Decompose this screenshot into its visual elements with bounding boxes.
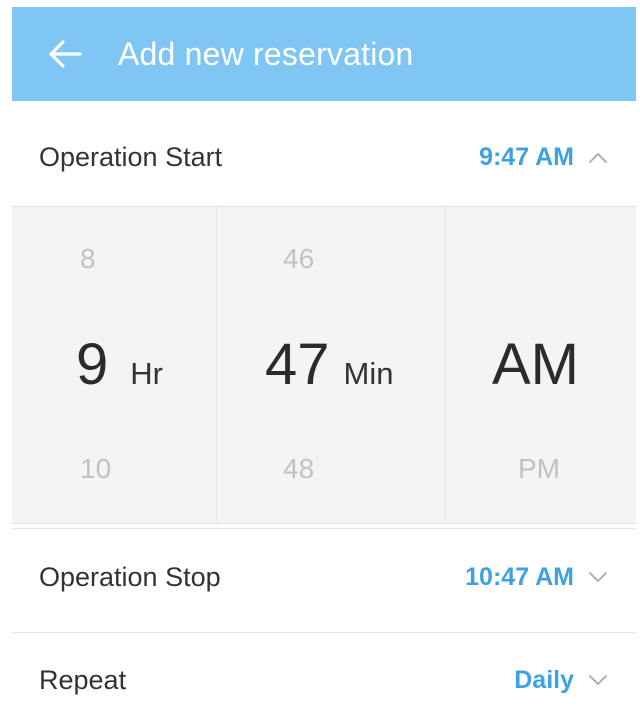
am-pm-wheel[interactable]: AM PM [446, 207, 636, 523]
back-button[interactable] [38, 27, 92, 81]
minute-next[interactable]: 48 [283, 453, 314, 485]
chevron-down-icon[interactable] [588, 673, 608, 687]
operation-stop-value: 10:47 AM [465, 562, 574, 591]
status-strip [0, 0, 640, 7]
arrow-left-icon [49, 40, 82, 68]
add-reservation-screen: Add new reservation Operation Start 9:47… [0, 0, 640, 726]
operation-start-label: Operation Start [39, 141, 223, 172]
repeat-row[interactable]: Repeat Daily [12, 632, 636, 726]
hour-current-group: 9 Hr [76, 331, 163, 398]
operation-stop-label: Operation Stop [39, 561, 221, 592]
minute-current-group: 47 Min [265, 331, 393, 398]
repeat-value: Daily [514, 665, 574, 694]
minute-unit-label: Min [343, 356, 394, 391]
hour-unit-label: Hr [130, 356, 163, 391]
period-current: AM [492, 332, 579, 397]
operation-start-value: 9:47 AM [479, 142, 574, 171]
page-title: Add new reservation [118, 35, 414, 72]
hour-next[interactable]: 10 [80, 453, 111, 485]
operation-start-value-group: 9:47 AM [479, 143, 608, 172]
app-bar: Add new reservation [12, 7, 636, 101]
hour-prev[interactable]: 8 [80, 243, 96, 275]
time-picker: 8 9 Hr 10 46 47 Min 48 AM PM [12, 206, 636, 524]
repeat-value-group: Daily [514, 666, 608, 695]
operation-stop-row[interactable]: Operation Stop 10:47 AM [12, 528, 636, 625]
period-next[interactable]: PM [518, 453, 560, 485]
period-current-group: AM [492, 331, 579, 398]
hour-current: 9 [76, 332, 109, 397]
minute-prev[interactable]: 46 [283, 243, 314, 275]
minute-current: 47 [265, 332, 330, 397]
minute-wheel[interactable]: 46 47 Min 48 [217, 207, 446, 523]
operation-stop-value-group: 10:47 AM [465, 563, 608, 592]
chevron-down-icon[interactable] [588, 570, 608, 584]
hour-wheel[interactable]: 8 9 Hr 10 [12, 207, 217, 523]
repeat-label: Repeat [39, 664, 127, 695]
operation-start-row[interactable]: Operation Start 9:47 AM [12, 109, 636, 205]
chevron-up-icon[interactable] [588, 150, 608, 164]
